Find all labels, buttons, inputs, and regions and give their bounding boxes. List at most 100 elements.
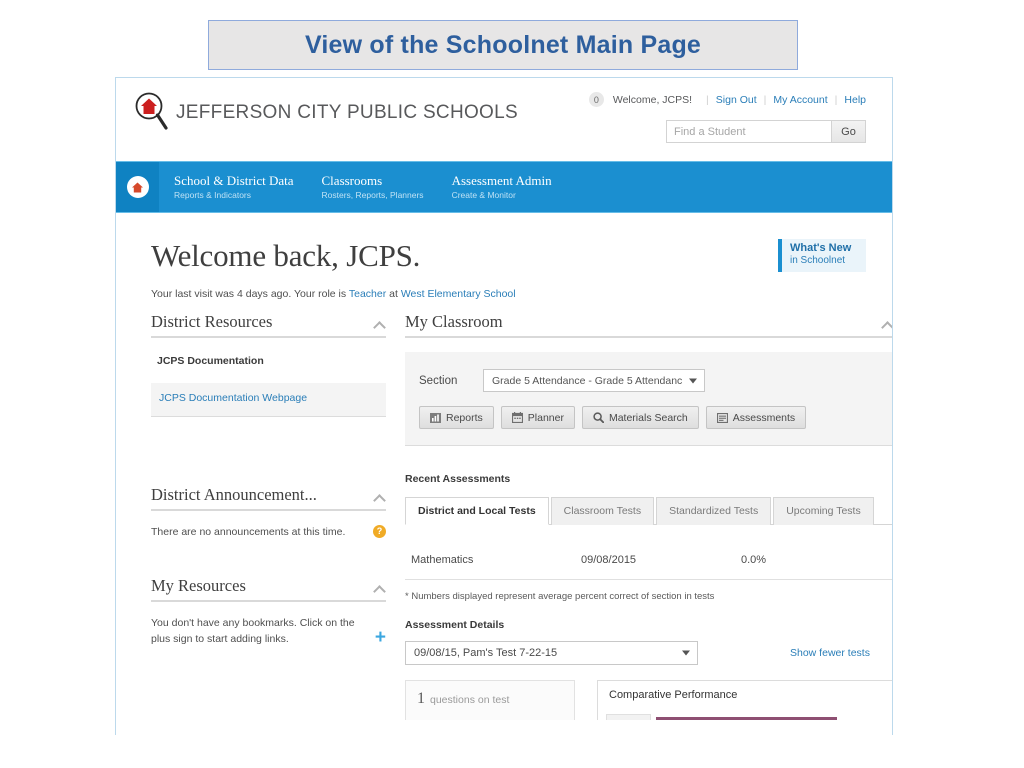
nav-item-subtitle: Create & Monitor [451, 189, 516, 200]
recent-assessments-title: Recent Assessments [405, 473, 511, 485]
help-icon[interactable]: ? [373, 525, 386, 539]
nav-item-subtitle: Rosters, Reports, Planners [321, 189, 424, 200]
tab-district-and-local-tests[interactable]: District and Local Tests [405, 497, 549, 525]
district-name: JEFFERSON CITY PUBLIC SCHOOLS [176, 102, 518, 123]
nav-home-button[interactable] [116, 162, 159, 212]
comparative-performance-tile [606, 714, 651, 720]
section-label: Section [419, 374, 458, 387]
my-resources-body: + You don't have any bookmarks. Click on… [151, 616, 386, 648]
page-title: View of the Schoolnet Main Page [304, 30, 702, 59]
whats-new-subtitle: in Schoolnet [790, 255, 846, 266]
house-magnifier-logo-icon [132, 91, 172, 135]
chevron-down-icon [682, 650, 690, 656]
page-content: Welcome back, JCPS. Your last visit was … [116, 213, 892, 720]
content-columns: District Resources JCPS Documentation JC… [134, 300, 892, 720]
main-navbar: School & District Data Reports & Indicat… [116, 161, 892, 213]
browser-page-frame: JEFFERSON CITY PUBLIC SCHOOLS 0 Welcome,… [115, 77, 893, 735]
district-announcements-title: District Announcement... [151, 485, 317, 505]
my-classroom-body: ? Section Grade 5 Attendance - Grade 5 A… [405, 352, 892, 446]
slide-title-banner: View of the Schoolnet Main Page [208, 20, 798, 70]
classroom-buttons: Reports Planner Materials Search Assessm… [419, 406, 880, 429]
nav-item-classrooms[interactable]: Classrooms Rosters, Reports, Planners [321, 172, 424, 201]
util-separator-2: | [763, 93, 767, 106]
welcome-greeting: Welcome, JCPS! [612, 93, 693, 106]
whats-new-badge[interactable]: What's New in Schoolnet [778, 239, 866, 272]
nav-item-title: School & District Data [174, 172, 294, 188]
school-link[interactable]: West Elementary School [401, 288, 516, 300]
chevron-up-icon[interactable] [374, 493, 386, 502]
assessment-details-select-value: 09/08/15, Pam's Test 7-22-15 [414, 647, 558, 659]
table-row[interactable]: Mathematics 09/08/2015 0.0% [405, 539, 892, 580]
district-announcements-panel: District Announcement... There are no an… [151, 485, 386, 541]
chevron-down-icon [689, 378, 697, 383]
util-separator-3: | [834, 93, 838, 106]
chevron-up-icon[interactable] [882, 320, 892, 329]
assessment-details-row: 09/08/15, Pam's Test 7-22-15 Show fewer … [405, 641, 892, 665]
assessment-details-select[interactable]: 09/08/15, Pam's Test 7-22-15 [405, 641, 698, 665]
search-go-button[interactable]: Go [831, 120, 866, 143]
my-classroom-header: My Classroom [405, 312, 892, 338]
district-announcements-header: District Announcement... [151, 485, 386, 512]
last-visit-at: at [386, 288, 401, 300]
assessments-button[interactable]: Assessments [705, 406, 807, 429]
student-search: Go [666, 120, 866, 143]
nav-item-subtitle: Reports & Indicators [174, 189, 252, 200]
tab-upcoming-tests[interactable]: Upcoming Tests [773, 497, 874, 525]
my-resources-title: My Resources [151, 575, 246, 595]
district-resources-panel: District Resources JCPS Documentation JC… [151, 312, 386, 418]
district-resources-title: District Resources [151, 312, 273, 331]
role-link[interactable]: Teacher [349, 288, 386, 300]
jcps-documentation-webpage-link[interactable]: JCPS Documentation Webpage [159, 391, 378, 406]
my-resources-panel: My Resources + You don't have any bookma… [151, 576, 386, 648]
chevron-up-icon[interactable] [374, 584, 386, 593]
welcome-block: Welcome back, JCPS. Your last visit was … [134, 213, 874, 300]
section-row: Section Grade 5 Attendance - Grade 5 Att… [419, 369, 880, 392]
planner-button[interactable]: Planner [500, 406, 575, 429]
comparative-performance-card: Comparative Performance [597, 680, 892, 720]
sign-out-link[interactable]: Sign Out [716, 94, 757, 106]
whats-new-title: What's New [790, 242, 852, 254]
panel-gap-2 [151, 541, 386, 576]
comparative-performance-title: Comparative Performance [609, 689, 738, 701]
assessment-widgets-row: 1 questions on test Comparative Performa… [405, 680, 892, 720]
add-bookmark-plus-icon[interactable]: + [375, 628, 386, 647]
assessment-details-title: Assessment Details [405, 619, 505, 631]
reports-button[interactable]: Reports [419, 406, 494, 429]
district-resource-item: JCPS Documentation Webpage [151, 383, 386, 418]
slide-canvas: View of the Schoolnet Main Page JEFFERSO… [0, 0, 1024, 768]
materials-search-button[interactable]: Materials Search [581, 406, 699, 429]
show-fewer-tests-link[interactable]: Show fewer tests [790, 647, 870, 659]
comparative-performance-bar [656, 717, 837, 720]
district-resources-subhead: JCPS Documentation [157, 355, 264, 367]
questions-count: 1 [417, 690, 425, 707]
nav-item-school-district-data[interactable]: School & District Data Reports & Indicat… [174, 172, 294, 201]
last-visit-prefix: Your last visit was 4 days ago. Your rol… [151, 288, 349, 300]
chevron-up-icon[interactable] [374, 320, 386, 329]
nav-item-title: Classrooms [321, 172, 383, 188]
util-separator-1: | [706, 93, 709, 106]
nav-item-title: Assessment Admin [451, 172, 552, 188]
help-link[interactable]: Help [844, 94, 866, 106]
notification-count-badge[interactable]: 0 [588, 92, 604, 107]
section-select[interactable]: Grade 5 Attendance - Grade 5 Attendanc [483, 369, 705, 392]
my-account-link[interactable]: My Account [773, 94, 827, 106]
assessment-date: 09/08/2015 [581, 554, 637, 566]
calendar-icon [511, 412, 523, 423]
assessments-footnote: * Numbers displayed represent average pe… [405, 591, 715, 602]
announcements-empty-text: There are no announcements at this time. [151, 526, 346, 539]
section-select-value: Grade 5 Attendance - Grade 5 Attendanc [492, 374, 683, 387]
tab-classroom-tests[interactable]: Classroom Tests [550, 497, 655, 525]
left-column: District Resources JCPS Documentation JC… [151, 312, 386, 720]
right-column: My Classroom ? Section Grade 5 Attendanc… [386, 312, 892, 720]
nav-item-assessment-admin[interactable]: Assessment Admin Create & Monitor [451, 172, 552, 201]
my-resources-empty-text: You don't have any bookmarks. Click on t… [151, 616, 355, 645]
site-logo[interactable]: JEFFERSON CITY PUBLIC SCHOOLS [132, 91, 518, 135]
district-announcements-body: There are no announcements at this time.… [151, 525, 386, 541]
tab-standardized-tests[interactable]: Standardized Tests [656, 497, 772, 525]
district-resources-header: District Resources [151, 312, 386, 338]
search-input[interactable] [666, 120, 831, 143]
assessment-percent: 0.0% [741, 554, 767, 566]
bar-chart-icon [430, 412, 441, 423]
home-icon [126, 176, 149, 198]
